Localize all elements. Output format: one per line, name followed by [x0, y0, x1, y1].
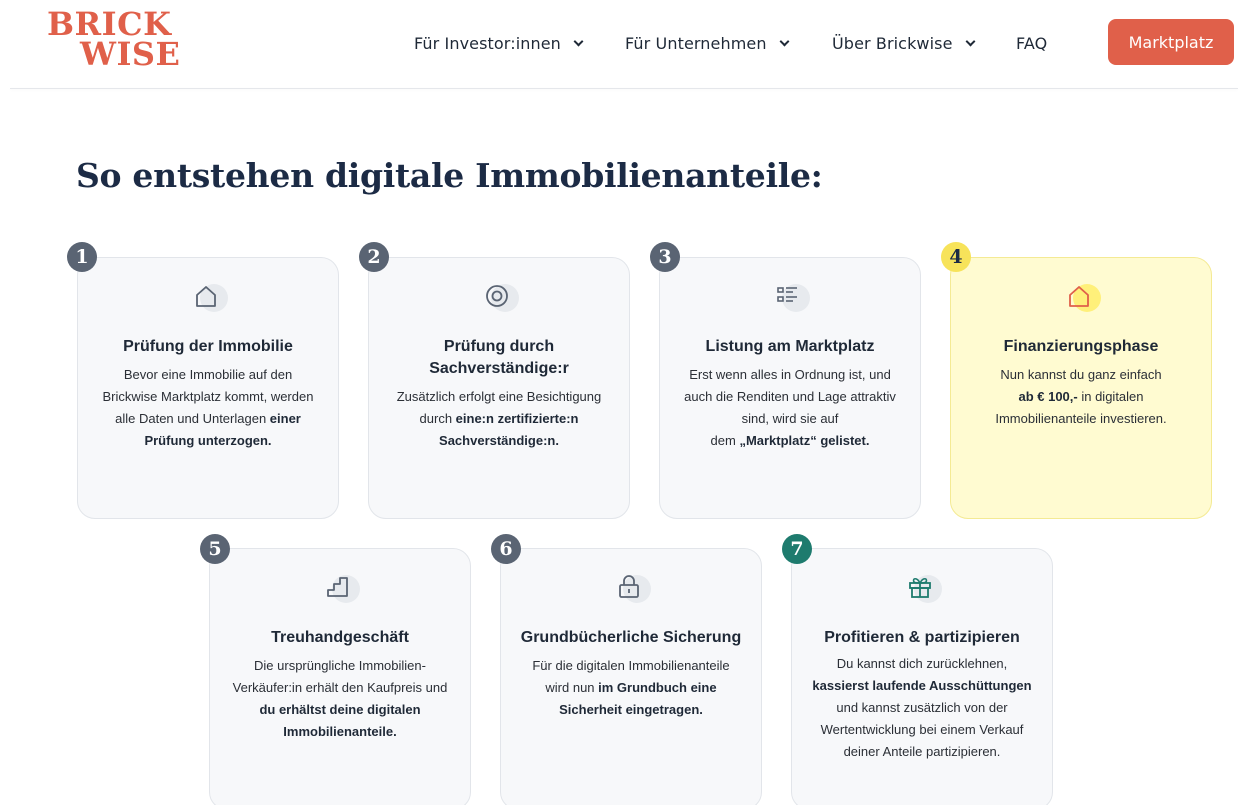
- nav-faq-label: FAQ: [1016, 34, 1048, 53]
- step-number-badge: 3: [650, 242, 680, 272]
- nav-faq[interactable]: FAQ: [1016, 34, 1047, 53]
- step-description: Bevor eine Immobilie auf den Brickwise M…: [102, 367, 314, 448]
- nav-companies[interactable]: Für Unternehmen: [625, 34, 790, 53]
- chevron-down-icon: [573, 36, 584, 46]
- step-title: Listung am Marktplatz: [705, 338, 875, 355]
- page-title: So entstehen digitale Immobilienanteile:: [76, 156, 823, 195]
- step-number-badge: 2: [359, 242, 389, 272]
- lock-icon: [613, 571, 651, 607]
- step-card-6: Grundbücherliche Sicherung Für die digit…: [500, 548, 762, 805]
- nav-about[interactable]: Über Brickwise: [832, 34, 976, 53]
- brickwise-logo[interactable]: BRICK WISE: [47, 8, 181, 73]
- nav-companies-label: Für Unternehmen: [625, 34, 767, 53]
- step-description: Die ursprüngliche Immobilien- Verkäufer:…: [232, 658, 448, 739]
- marketplace-button[interactable]: Marktplatz: [1108, 19, 1234, 65]
- step-number-badge: 6: [491, 534, 521, 564]
- list-icon: [772, 280, 810, 316]
- step-number-badge: 1: [67, 242, 97, 272]
- step-number-badge: 5: [200, 534, 230, 564]
- step-card-7: Profitieren & partizipieren Du kannst di…: [791, 548, 1053, 805]
- step-card-3: Listung am Marktplatz Erst wenn alles in…: [659, 257, 921, 519]
- step-number-badge: 7: [782, 534, 812, 564]
- step-title: Treuhandgeschäft: [271, 629, 409, 646]
- step-card-4: Finanzierungsphase Nun kannst du ganz ei…: [950, 257, 1212, 519]
- step-description: Für die digitalen Immobilienanteile wird…: [532, 658, 730, 717]
- nav-about-label: Über Brickwise: [832, 34, 953, 53]
- stairs-icon: [322, 571, 360, 607]
- step-title: Grundbücherliche Sicherung: [520, 629, 742, 646]
- step-description: Nun kannst du ganz einfach ab € 100,- in…: [995, 367, 1167, 426]
- step-description: Erst wenn alles in Ordnung ist, und auch…: [684, 367, 896, 448]
- step-card-1: Prüfung der Immobilie Bevor eine Immobil…: [77, 257, 339, 519]
- step-card-2: Prüfung durch Sachverständige:r Zusätzli…: [368, 257, 630, 519]
- nav-investors[interactable]: Für Investor:innen: [414, 34, 584, 53]
- header-divider: [10, 88, 1238, 89]
- eye-icon: [481, 280, 519, 316]
- step-title: Prüfung durch Sachverständige:r: [429, 338, 569, 377]
- chevron-down-icon: [965, 36, 976, 46]
- step-number-badge: 4: [941, 242, 971, 272]
- step-title: Prüfung der Immobilie: [123, 338, 293, 355]
- step-card-5: Treuhandgeschäft Die ursprüngliche Immob…: [209, 548, 471, 805]
- site-header: BRICK WISE Für Investor:innen Für Untern…: [0, 0, 1248, 88]
- gift-icon: [904, 571, 942, 607]
- nav-investors-label: Für Investor:innen: [414, 34, 561, 53]
- step-description: Du kannst dich zurücklehnen, kassierst l…: [812, 656, 1032, 759]
- step-description: Zusätzlich erfolgt eine Besichtigung dur…: [396, 389, 602, 448]
- step-title: Finanzierungsphase: [1003, 338, 1159, 355]
- house-icon: [1063, 280, 1101, 316]
- step-title: Profitieren & partizipieren: [824, 629, 1020, 646]
- chevron-down-icon: [779, 36, 790, 46]
- logo-line-2: WISE: [80, 35, 181, 73]
- house-icon: [190, 280, 228, 316]
